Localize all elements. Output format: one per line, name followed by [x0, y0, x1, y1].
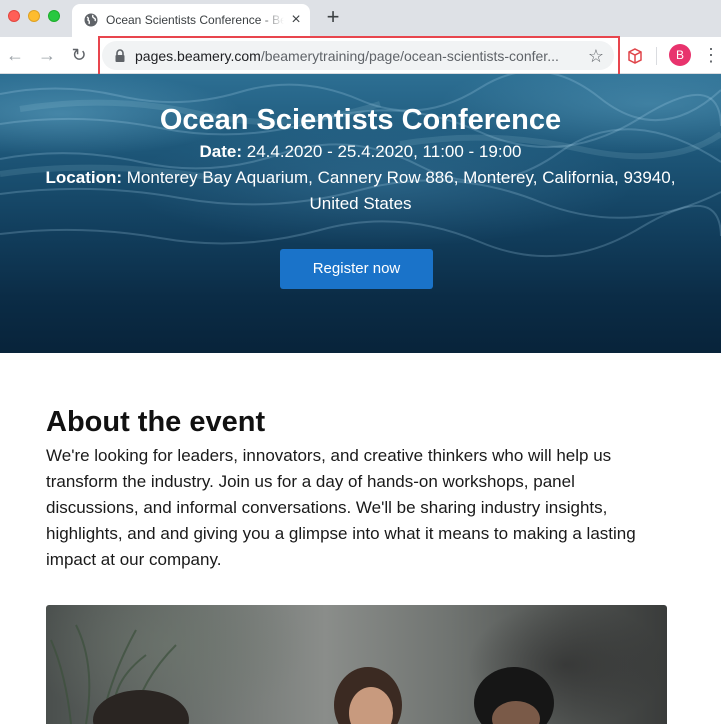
hero-banner: Ocean Scientists Conference Date: 24.4.2…: [0, 74, 721, 353]
arrow-left-icon[interactable]: ←: [4, 44, 26, 66]
tab-title: Ocean Scientists Conference - Beamery: [106, 13, 284, 27]
tab-bar: Ocean Scientists Conference - Beamery × …: [0, 0, 721, 37]
event-location: Location: Monterey Bay Aquarium, Cannery…: [20, 165, 701, 217]
toolbar-divider: [656, 47, 657, 65]
date-label: Date:: [199, 142, 243, 161]
kebab-menu-icon[interactable]: ⋮: [702, 45, 720, 65]
close-tab-icon[interactable]: ×: [288, 12, 304, 28]
register-button[interactable]: Register now: [280, 249, 433, 289]
location-value: Monterey Bay Aquarium, Cannery Row 886, …: [122, 168, 676, 213]
browser-tab[interactable]: Ocean Scientists Conference - Beamery ×: [72, 4, 310, 37]
date-value: 24.4.2020 - 25.4.2020, 11:00 - 19:00: [242, 142, 522, 161]
close-window-button[interactable]: [8, 10, 20, 22]
about-heading: About the event: [46, 406, 266, 438]
arrow-right-icon[interactable]: →: [36, 44, 58, 66]
cube-extension-icon[interactable]: [627, 48, 643, 64]
globe-icon: [84, 13, 98, 27]
minimize-window-button[interactable]: [28, 10, 40, 22]
event-photo: [46, 605, 667, 724]
event-date: Date: 24.4.2020 - 25.4.2020, 11:00 - 19:…: [20, 139, 701, 165]
maximize-window-button[interactable]: [48, 10, 60, 22]
location-label: Location:: [45, 168, 123, 187]
new-tab-button[interactable]: +: [322, 6, 344, 28]
about-description: We're looking for leaders, innovators, a…: [46, 446, 636, 569]
event-title: Ocean Scientists Conference: [159, 104, 562, 136]
people-photo-illustration: [50, 624, 554, 724]
address-bar-highlight: [98, 36, 620, 76]
avatar[interactable]: B: [669, 44, 691, 66]
reload-icon[interactable]: ↻: [68, 44, 90, 66]
